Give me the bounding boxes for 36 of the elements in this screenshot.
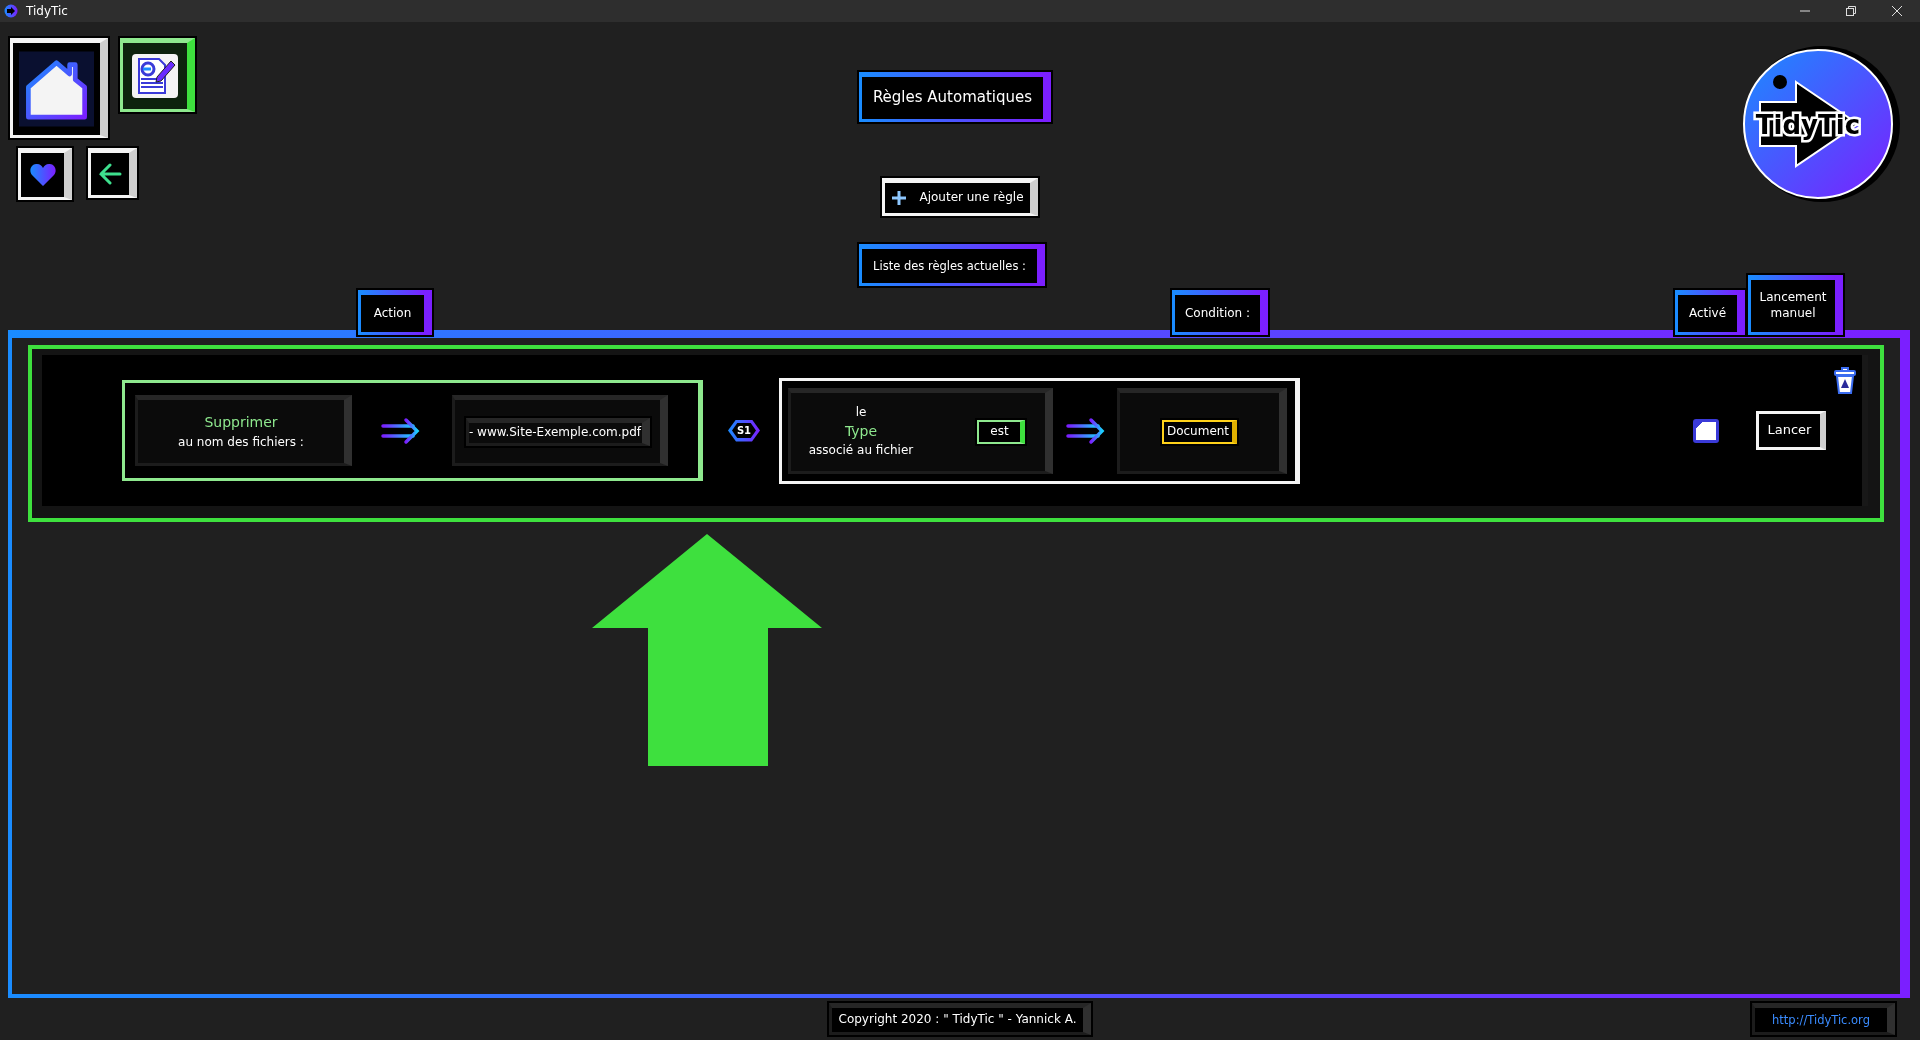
- action-label: Supprimer: [204, 413, 278, 432]
- document-edit-icon: [131, 53, 179, 99]
- condition-value-tag: Document: [1162, 419, 1237, 444]
- trash-icon[interactable]: [1832, 367, 1858, 395]
- plus-icon: [891, 190, 908, 206]
- copyright-text: Copyright 2020 : " TidyTic " - Yannick A.: [829, 1003, 1091, 1035]
- home-button[interactable]: [10, 38, 108, 138]
- file-name-field: - www.Site-Exemple.com.pdf: [465, 417, 650, 446]
- heart-icon: [28, 162, 57, 188]
- column-header: Lancement manuel: [1748, 275, 1843, 335]
- active-checkbox[interactable]: [1693, 418, 1719, 443]
- column-header: Condition :: [1172, 290, 1268, 335]
- column-header: Action: [358, 290, 432, 335]
- rule-badge: S1: [728, 419, 760, 442]
- add-rule-button[interactable]: Ajouter une règle: [882, 178, 1038, 216]
- double-arrow-icon: [1065, 416, 1105, 445]
- operator-label: est: [977, 419, 1025, 444]
- add-rule-label: Ajouter une règle: [919, 190, 1024, 206]
- condition-field: Type: [844, 421, 878, 442]
- back-button[interactable]: [88, 148, 137, 198]
- condition-suffix: associé au fichier: [808, 441, 914, 459]
- list-heading: Liste des règles actuelles :: [859, 244, 1045, 286]
- column-header: Activé: [1675, 290, 1745, 335]
- condition-prefix: le: [855, 403, 867, 421]
- rule-row[interactable]: Supprimer au nom des fichiers : - www.Site-Exemple.com.pdf S1 le Type associé au fichier est Document Lancer: [28, 345, 1884, 522]
- website-link[interactable]: http://TidyTic.org: [1752, 1003, 1895, 1035]
- action-target-label: au nom des fichiers :: [178, 434, 304, 451]
- back-arrow-icon: [98, 163, 122, 185]
- run-button[interactable]: Lancer: [1756, 411, 1826, 450]
- favorites-button[interactable]: [18, 148, 72, 200]
- edit-button[interactable]: [120, 38, 195, 112]
- window-title: TidyTic: [26, 4, 68, 18]
- house-icon: [19, 49, 94, 129]
- double-arrow-icon: [380, 416, 420, 445]
- app-icon: [4, 4, 18, 18]
- page-title: Règles Automatiques: [859, 72, 1051, 122]
